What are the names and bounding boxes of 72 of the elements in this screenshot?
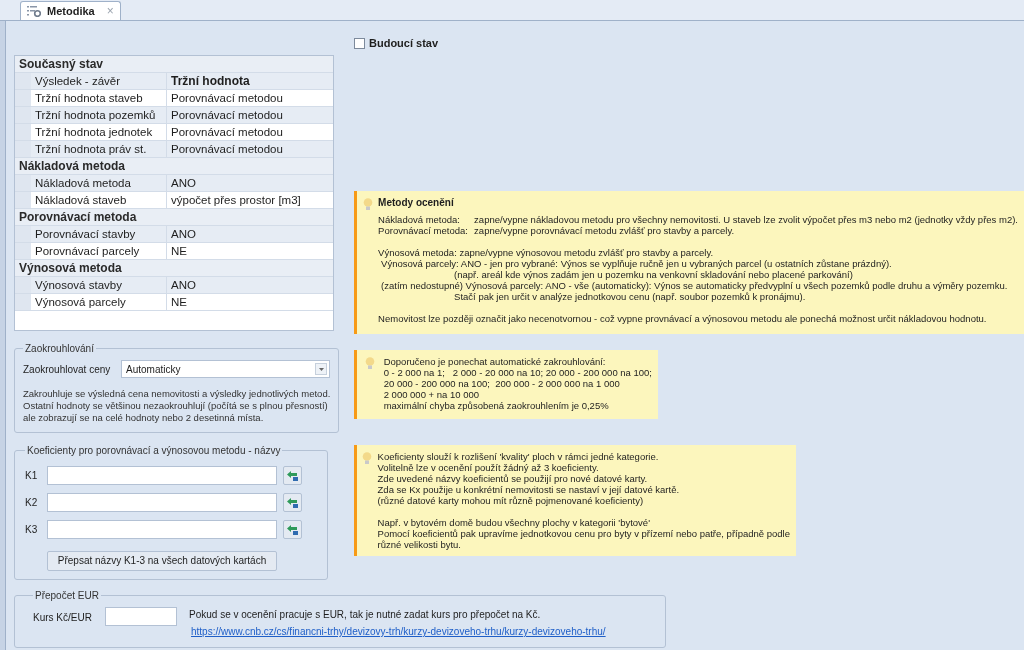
tip-text: Výnosová metoda: zapne/vypne výnosovou metodu zvlášť pro stavby a parcely.: [378, 247, 715, 258]
property-value[interactable]: Tržní hodnota: [167, 73, 333, 89]
property-name: Nákladová metoda: [31, 175, 167, 191]
tip-title: Metody ocenění: [378, 197, 455, 208]
checkbox[interactable]: [354, 37, 365, 49]
tip-text: Koeficienty slouží k rozlišení 'kvality' ploch v rámci jedné kategorie.: [377, 451, 660, 462]
tip-term: Nákladová metoda:: [378, 214, 461, 225]
dropdown[interactable]: Automaticky: [121, 360, 331, 378]
help-text: Pokud se v ocenění pracuje s EUR, tak je nutné zadat kurs pro přepočet na Kč.: [189, 608, 542, 622]
field-label: K1: [25, 469, 39, 483]
tip-text: Např. v bytovém domě budou všechny plochy v kategorii 'bytové': [377, 517, 651, 528]
property-name: Porovnávací stavby: [31, 226, 167, 242]
tip-text: Zda se Kx použije u konkrétní nemovitosti se nastaví v její datové kartě.: [377, 484, 681, 495]
tip-text: 2 000 000 + na 10 000: [383, 389, 481, 400]
input-field[interactable]: [47, 520, 277, 539]
category-header[interactable]: Porovnávací metoda: [15, 209, 333, 226]
tip-text: zapne/vypne porovnávací metodu zvlášť pro stavby a parcely.: [474, 225, 735, 236]
lightbulb-icon: [362, 198, 373, 211]
arrow-icon: [286, 497, 299, 508]
property-name: Tržní hodnota práv st.: [31, 141, 167, 157]
apply-button[interactable]: [283, 520, 302, 539]
arrow-icon: [286, 470, 299, 481]
category-header[interactable]: Nákladová metoda: [15, 158, 333, 175]
lightbulb-icon: [362, 452, 373, 465]
tip-text: (zatím nedostupné) Výnosová parcely: ANO - vše (automaticky): Výnos se automaticky předvyplní u všech pozemků podle druhu a výměry pozemku.: [380, 280, 1009, 291]
tip-text: Zde uvedené názvy koeficientů se použijí pro nové datové karty.: [377, 473, 649, 484]
group-title: Koeficienty pro porovnávací a výnosovou metodu - názvy: [26, 444, 282, 458]
category-header[interactable]: Současný stav: [15, 56, 333, 73]
property-value[interactable]: ANO: [167, 226, 333, 242]
tip-term: Porovnávací metoda:: [378, 225, 469, 236]
field-label: Zaokrouhlovat ceny: [23, 362, 112, 377]
category-header[interactable]: Výnosová metoda: [15, 260, 333, 277]
apply-button[interactable]: [283, 493, 302, 512]
input-field[interactable]: [105, 607, 177, 626]
link[interactable]: https://www.cnb.cz/cs/financni-trhy/devizovy-trh/kurzy-devizoveho-trhu/kurzy-devizoveho-trhu/: [191, 624, 606, 639]
tip-text: 0 - 2 000 na 1; 2 000 - 20 000 na 10; 20 000 - 200 000 na 100;: [383, 367, 652, 378]
property-value[interactable]: Porovnávací metodou: [167, 141, 333, 157]
property-value[interactable]: ANO: [167, 175, 333, 191]
tab-label: Metodika: [47, 3, 95, 19]
help-text: Zakrouhluje se výsledná cena nemovitosti a výsledky jednotlivých metod. Ostatní hodnoty se většinou nezaokrouhlují (počítá se s plnou přesností) ale zobrazují se na celé hodnoty nebo 2 desetinná místa.: [23, 388, 331, 424]
field-label: K2: [25, 496, 39, 510]
checkbox-label: Budoucí stav: [369, 35, 439, 51]
tip-text: Stačí pak jen určit v analýze jednotkovou cenu (např. soubor pozemků k pronájmu).: [453, 291, 807, 302]
field-label: K3: [25, 523, 39, 537]
tab[interactable]: Metodika ×: [20, 1, 121, 20]
input-field[interactable]: [47, 466, 277, 485]
tip-text: Volitelně lze v ocenění použít žádný až 3 koeficienty.: [377, 462, 600, 473]
property-value[interactable]: Porovnávací metodou: [167, 107, 333, 123]
property-value[interactable]: ANO: [167, 277, 333, 293]
property-name: Tržní hodnota pozemků: [31, 107, 167, 123]
tip-text: různé velikosti bytu.: [377, 539, 462, 550]
tip-text: Doporučeno je ponechat automatické zakrouhlování:: [383, 356, 607, 367]
caret-icon: [318, 367, 324, 371]
settings-list-icon: [27, 5, 41, 17]
lightbulb-icon: [365, 357, 376, 370]
tip-text: Nemovitost lze později označit jako necenotvornou - což vypne provnávací a výnosovou metodu ale ponechá možnost určit nákladovou hodnotu.: [378, 313, 988, 324]
tip-text: Výnosová parcely: ANO - jen pro vybrané: Výnos se vyplňuje ručně jen u vybraných parcel (u ostatních zůstane prázdný).: [380, 258, 893, 269]
rename-button[interactable]: Přepsat názvy K1-3 na všech datových kartách: [47, 550, 277, 571]
tip-text: Pomocí koeficientů pak upravíme jednotkovou cenu pro byty v přízemí nebo patře, případně podle: [377, 528, 790, 539]
tip-text: (např. areál kde výnos zadám jen u pozemku na venkovní skladování nebo placené parkování): [453, 269, 854, 280]
field-label: Kurs Kč/EUR: [33, 611, 93, 625]
tip-text: maximální chyba způsobená zaokrouhlením je 0,25%: [383, 400, 610, 411]
tip-text: zapne/vypne nákladovou metodu pro všechny nemovitosti. U staveb lze zvolit výpočet přes m3 nebo m2 (jednotky vždy přes m2).: [474, 214, 1018, 225]
arrow-icon: [286, 524, 299, 535]
input-field[interactable]: [47, 493, 277, 512]
group-title: Přepočet EUR: [34, 589, 100, 603]
property-name: Výnosová stavby: [31, 277, 167, 293]
tip-text: (různé datové karty mohou mít různě pojmenované koeficienty): [377, 495, 645, 506]
property-name: Výsledek - závěr: [31, 73, 167, 89]
tip-text: 20 000 - 200 000 na 100; 200 000 - 2 000 000 na 1 000: [383, 378, 621, 389]
group-title: Zaokrouhlování: [24, 342, 95, 356]
apply-button[interactable]: [283, 466, 302, 485]
